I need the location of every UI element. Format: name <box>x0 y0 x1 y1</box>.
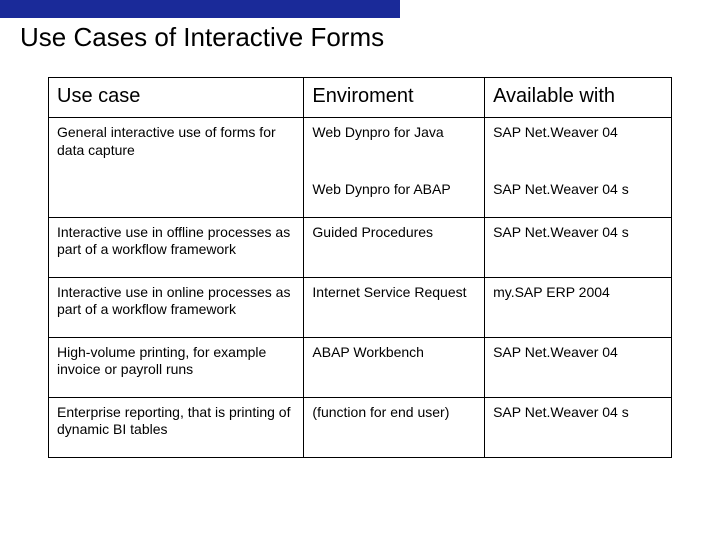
table-row: Web Dynpro for ABAP SAP Net.Weaver 04 s <box>49 177 672 217</box>
cell-usecase: Interactive use in online processes as p… <box>49 277 304 337</box>
col-header-usecase: Use case <box>49 78 304 118</box>
cell-available: SAP Net.Weaver 04 <box>485 337 672 397</box>
cell-environment: Web Dynpro for Java <box>304 118 485 178</box>
table-header-row: Use case Enviroment Available with <box>49 78 672 118</box>
cell-environment: Internet Service Request <box>304 277 485 337</box>
cell-usecase: High-volume printing, for example invoic… <box>49 337 304 397</box>
cell-available: SAP Net.Weaver 04 s <box>485 397 672 457</box>
table-row: Interactive use in online processes as p… <box>49 277 672 337</box>
table-row: General interactive use of forms for dat… <box>49 118 672 178</box>
cell-available: SAP Net.Weaver 04 s <box>485 177 672 217</box>
table-row: Interactive use in offline processes as … <box>49 217 672 277</box>
cell-usecase: Interactive use in offline processes as … <box>49 217 304 277</box>
cell-available: SAP Net.Weaver 04 <box>485 118 672 178</box>
table-row: High-volume printing, for example invoic… <box>49 337 672 397</box>
cell-available: my.SAP ERP 2004 <box>485 277 672 337</box>
use-cases-table-container: Use case Enviroment Available with Gener… <box>48 77 672 458</box>
col-header-available: Available with <box>485 78 672 118</box>
cell-environment: Web Dynpro for ABAP <box>304 177 485 217</box>
cell-environment: ABAP Workbench <box>304 337 485 397</box>
cell-available: SAP Net.Weaver 04 s <box>485 217 672 277</box>
cell-usecase: General interactive use of forms for dat… <box>49 118 304 178</box>
table-row: Enterprise reporting, that is printing o… <box>49 397 672 457</box>
cell-environment: (function for end user) <box>304 397 485 457</box>
header-accent-bar <box>0 0 400 18</box>
cell-environment: Guided Procedures <box>304 217 485 277</box>
col-header-environment: Enviroment <box>304 78 485 118</box>
page-title: Use Cases of Interactive Forms <box>20 22 720 53</box>
use-cases-table: Use case Enviroment Available with Gener… <box>48 77 672 458</box>
cell-usecase <box>49 177 304 217</box>
cell-usecase: Enterprise reporting, that is printing o… <box>49 397 304 457</box>
